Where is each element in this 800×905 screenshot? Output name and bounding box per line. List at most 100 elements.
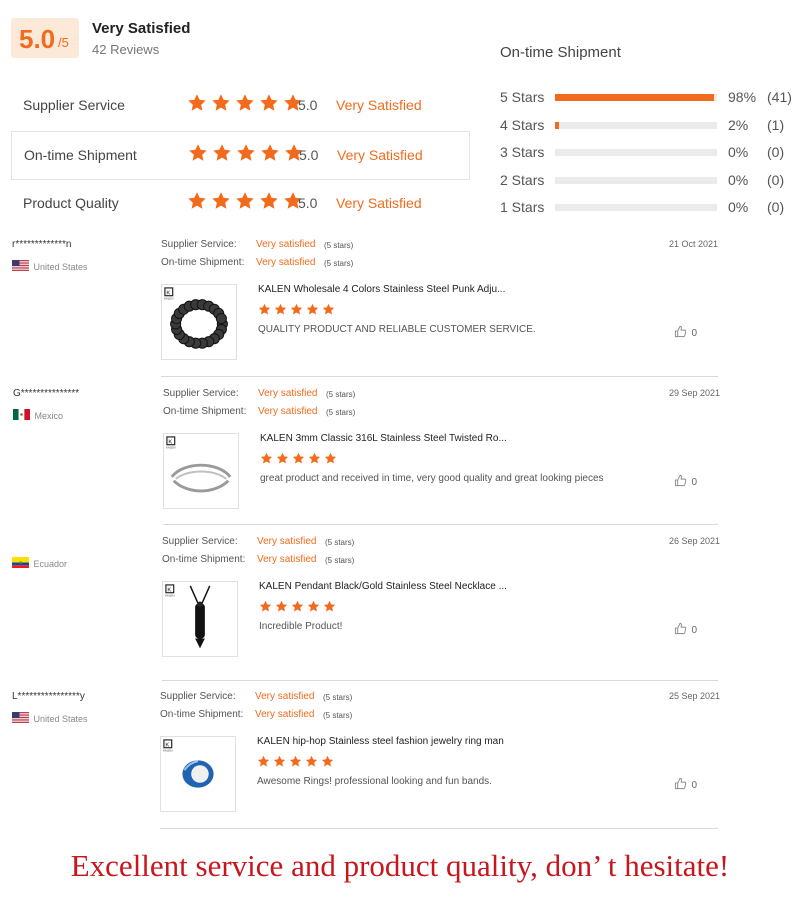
tagline: Excellent service and product quality, d… (70, 848, 730, 883)
star-level-label: 4 Stars (500, 116, 545, 133)
us-flag-icon (12, 260, 29, 272)
star-icon (260, 452, 273, 464)
like-button[interactable]: 0 (674, 323, 697, 341)
star-icon (261, 144, 279, 161)
mexico-flag-icon (13, 409, 30, 421)
rating-text: Very Satisfied (336, 195, 422, 211)
star-icon (257, 755, 270, 767)
star-level-percent: 98% (728, 89, 757, 105)
star-icon (273, 755, 286, 767)
svg-text:K: K (168, 439, 172, 445)
star-icon (305, 755, 318, 767)
distribution-bar-fill (555, 94, 714, 101)
svg-text:KALEN: KALEN (166, 446, 176, 450)
thumbs-up-icon (674, 475, 687, 487)
star-icon (290, 303, 303, 315)
star-icon (188, 94, 206, 111)
svg-text:K: K (167, 587, 171, 593)
thumbs-up-icon (674, 623, 687, 635)
overall-score: 5.0 (19, 24, 56, 54)
supplier-service-label: Supplier Service: (161, 239, 237, 250)
star-level-count: (0) (767, 144, 785, 160)
shipment-stars: (5 stars) (325, 556, 355, 565)
supplier-service-stars: (5 stars) (323, 693, 353, 702)
star-icon (274, 303, 287, 315)
product-title-link[interactable]: KALEN Wholesale 4 Colors Stainless Steel… (258, 284, 505, 295)
supplier-service-value: Very satisfied (255, 691, 315, 702)
rating-stars (187, 191, 307, 211)
shipment-value: Very satisfied (258, 406, 318, 417)
review-text: Incredible Product! (259, 621, 343, 632)
product-thumbnail[interactable]: K KALEN (163, 433, 239, 509)
like-count: 0 (691, 625, 698, 636)
star-icon (212, 192, 230, 209)
review-divider (163, 524, 718, 525)
star-icon (289, 755, 302, 767)
like-button[interactable]: 0 (674, 472, 697, 490)
star-icon (259, 600, 272, 612)
distribution-bar-fill (555, 121, 559, 129)
svg-text:K: K (165, 742, 169, 748)
product-title-link[interactable]: KALEN 3mm Classic 316L Stainless Steel T… (260, 433, 507, 444)
supplier-service-stars: (5 stars) (325, 538, 355, 547)
distribution-bar (555, 149, 717, 156)
star-icon (236, 94, 254, 111)
product-thumbnail[interactable]: K KALEN (161, 284, 237, 360)
ecuador-flag-icon (12, 557, 29, 569)
review-date: 26 Sep 2021 (669, 536, 721, 546)
star-icon (324, 452, 337, 464)
thumbs-up-icon (674, 326, 687, 338)
rating-value: 5.0 (299, 147, 319, 163)
shipment-label: On-time Shipment: (163, 406, 247, 417)
like-count: 0 (691, 477, 698, 488)
star-icon (237, 144, 255, 161)
product-title-link[interactable]: KALEN Pendant Black/Gold Stainless Steel… (259, 581, 507, 592)
rating-label: Product Quality (23, 195, 119, 211)
country-name: Mexico (34, 411, 63, 421)
review-divider (161, 376, 718, 377)
reviewer-name: G*************** (13, 388, 80, 399)
shipment-value: Very satisfied (257, 554, 317, 565)
like-count: 0 (691, 328, 698, 339)
star-level-percent: 0% (728, 144, 749, 160)
review-date: 25 Sep 2021 (669, 691, 721, 701)
star-icon (308, 452, 321, 464)
rating-text: Very Satisfied (336, 97, 422, 113)
shipment-stars: (5 stars) (324, 259, 354, 268)
reviewer-name: r*************n (12, 239, 72, 250)
star-icon (321, 755, 334, 767)
review-date: 29 Sep 2021 (669, 388, 721, 398)
star-level-percent: 2% (728, 116, 749, 133)
shipment-value: Very satisfied (255, 709, 315, 720)
supplier-service-label: Supplier Service: (160, 691, 236, 702)
ontime-shipment-title: On-time Shipment (500, 44, 621, 61)
reviewer-country: Ecuador (12, 554, 67, 572)
product-thumbnail[interactable]: K KALEN (162, 581, 238, 657)
star-level-percent: 0% (728, 199, 749, 215)
reviewer-country: United States (12, 709, 87, 727)
star-level-label: 5 Stars (500, 89, 545, 105)
review-divider (160, 828, 718, 829)
rating-row: On-time Shipment 5.0 Very Satisfied (11, 131, 470, 180)
rating-stars (188, 143, 308, 163)
rating-label: Supplier Service (23, 97, 125, 113)
shipment-label: On-time Shipment: (162, 554, 246, 565)
rating-value: 5.0 (298, 97, 318, 113)
like-button[interactable]: 0 (674, 620, 697, 638)
star-level-count: (0) (767, 199, 785, 215)
product-thumbnail[interactable]: K KALEN (160, 736, 236, 812)
star-icon (291, 600, 304, 612)
overall-rating-title: Very Satisfied (92, 20, 191, 37)
review-date: 21 Oct 2021 (669, 239, 719, 249)
like-button[interactable]: 0 (674, 775, 697, 793)
like-count: 0 (691, 780, 698, 791)
bracelet-image (170, 299, 228, 349)
star-icon (322, 303, 335, 315)
review-stars (258, 303, 338, 321)
distribution-bar (555, 204, 717, 211)
shipment-stars: (5 stars) (326, 408, 356, 417)
star-icon (292, 452, 305, 464)
pendant-image (189, 585, 211, 649)
rating-stars (187, 93, 307, 113)
product-title-link[interactable]: KALEN hip-hop Stainless steel fashion je… (257, 736, 504, 747)
